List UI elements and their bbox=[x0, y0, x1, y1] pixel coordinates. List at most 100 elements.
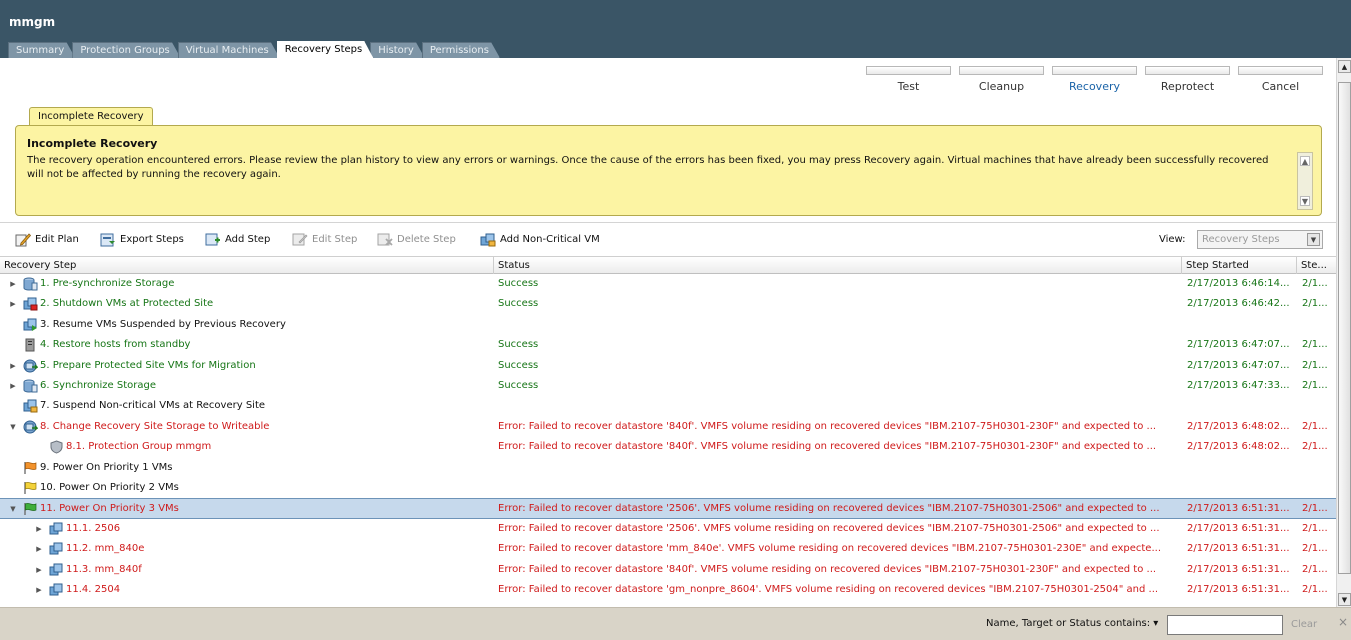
view-select[interactable]: Recovery Steps ▼ bbox=[1197, 230, 1323, 249]
collapse-arrow-icon[interactable]: ▼ bbox=[8, 417, 18, 437]
scroll-up-icon[interactable]: ▲ bbox=[1338, 60, 1351, 73]
step-name: 11.2. mm_840e bbox=[66, 543, 145, 555]
filter-input[interactable] bbox=[1167, 615, 1283, 635]
step-started-cell bbox=[1187, 478, 1297, 498]
table-row[interactable]: ▶ 6. Synchronize Storage Success 2/17/2013 … bbox=[0, 376, 1336, 396]
tab-protection-groups[interactable]: Protection Groups bbox=[72, 42, 180, 58]
table-row[interactable]: ▶ 2. Shutdown VMs at Protected Site Succes… bbox=[0, 294, 1336, 314]
step-ended-cell bbox=[1302, 478, 1334, 498]
expand-arrow-icon[interactable]: ▶ bbox=[34, 580, 44, 600]
vm-icon bbox=[49, 583, 64, 597]
add-noncritical-vm-button[interactable]: Add Non-Critical VM bbox=[480, 230, 600, 248]
scroll-down-icon[interactable]: ▼ bbox=[1338, 593, 1351, 606]
collapse-arrow-icon[interactable]: ▼ bbox=[8, 499, 18, 519]
expand-arrow-icon[interactable]: ▶ bbox=[34, 539, 44, 559]
export-steps-icon bbox=[100, 233, 115, 246]
tab-summary[interactable]: Summary bbox=[8, 42, 75, 58]
table-row[interactable]: 4. Restore hosts from standby Success 2/17… bbox=[0, 335, 1336, 355]
column-step-started[interactable]: Step Started bbox=[1182, 257, 1297, 274]
clear-button[interactable]: Clear bbox=[1291, 619, 1317, 630]
step-name: 9. Power On Priority 1 VMs bbox=[40, 461, 173, 473]
test-button[interactable]: Test bbox=[862, 66, 955, 93]
expand-arrow-icon[interactable]: ▶ bbox=[8, 274, 18, 294]
storage-icon bbox=[23, 379, 38, 393]
table-row[interactable]: 10. Power On Priority 2 VMs bbox=[0, 478, 1336, 498]
table-row[interactable]: ▶ 11.3. mm_840f Error: Failed to recover d… bbox=[0, 560, 1336, 580]
vertical-scrollbar[interactable]: ▲ ▼ bbox=[1336, 58, 1351, 608]
table-row[interactable]: 7. Suspend Non-critical VMs at Recovery … bbox=[0, 396, 1336, 416]
column-status[interactable]: Status bbox=[494, 257, 1182, 274]
cancel-button[interactable]: Cancel bbox=[1234, 66, 1327, 93]
table-row[interactable]: ▶ 5. Prepare Protected Site VMs for Migra… bbox=[0, 356, 1336, 376]
table-header: Recovery Step Status Step Started Ste... bbox=[0, 257, 1336, 274]
export-steps-button[interactable]: Export Steps bbox=[100, 230, 184, 248]
cleanup-button[interactable]: Cleanup bbox=[955, 66, 1048, 93]
close-icon[interactable]: × bbox=[1338, 615, 1348, 629]
add-step-button[interactable]: Add Step bbox=[205, 230, 270, 248]
incomplete-recovery-tab[interactable]: Incomplete Recovery bbox=[29, 107, 153, 125]
table-row[interactable]: ▼ 11. Power On Priority 3 VMs Error: Faile… bbox=[0, 498, 1336, 519]
step-ended-cell: 2/1... bbox=[1302, 441, 1328, 453]
column-step-ended[interactable]: Ste... bbox=[1297, 257, 1336, 274]
scroll-down-icon[interactable]: ▼ bbox=[1300, 196, 1310, 206]
step-started-cell: 2/17/2013 6:47:33... bbox=[1187, 380, 1290, 391]
step-started-cell: 2/17/2013 6:46:42... bbox=[1187, 298, 1290, 310]
delete-step-button[interactable]: Delete Step bbox=[377, 230, 456, 248]
message-scrollbar[interactable]: ▲ ▼ bbox=[1297, 152, 1313, 210]
table-row[interactable]: ▶ 11.2. mm_840e Error: Failed to recover d… bbox=[0, 539, 1336, 559]
step-name: 7. Suspend Non-critical VMs at Recovery … bbox=[40, 400, 266, 412]
filter-field-dropdown[interactable]: Name, Target or Status contains: ▾ bbox=[986, 618, 1158, 629]
expand-arrow-icon[interactable]: ▶ bbox=[8, 376, 18, 396]
step-started-cell: 2/17/2013 6:47:07... bbox=[1187, 339, 1290, 351]
shield-icon bbox=[49, 440, 64, 454]
expand-arrow-icon[interactable]: ▶ bbox=[34, 560, 44, 580]
step-ended-cell: 2/1... bbox=[1302, 278, 1328, 289]
step-cell: ▶ 11.2. mm_840e bbox=[0, 539, 494, 559]
expand-arrow-icon[interactable]: ▶ bbox=[8, 356, 18, 376]
migrate-icon bbox=[23, 359, 39, 373]
recovery-button[interactable]: Recovery bbox=[1048, 66, 1141, 93]
table-row[interactable]: ▶ 11.1. 2506 Error: Failed to recover data… bbox=[0, 519, 1336, 539]
tab-permissions[interactable]: Permissions bbox=[422, 42, 500, 58]
status-cell bbox=[498, 478, 1180, 498]
expand-arrow-icon[interactable]: ▶ bbox=[8, 294, 18, 314]
chevron-down-icon[interactable]: ▼ bbox=[1307, 233, 1320, 246]
column-recovery-step[interactable]: Recovery Step bbox=[0, 257, 494, 274]
add-step-icon bbox=[205, 233, 220, 245]
step-started-cell: 2/17/2013 6:48:02... bbox=[1187, 441, 1290, 453]
scroll-up-icon[interactable]: ▲ bbox=[1300, 156, 1310, 166]
tab-recovery-steps[interactable]: Recovery Steps bbox=[277, 41, 374, 58]
edit-plan-button[interactable]: Edit Plan bbox=[15, 230, 79, 248]
table-row[interactable]: 9. Power On Priority 1 VMs bbox=[0, 458, 1336, 478]
workflow-buttons: Test Cleanup Recovery Reprotect Cancel bbox=[862, 66, 1327, 93]
step-ended-cell: 2/1... bbox=[1302, 420, 1328, 432]
status-cell: Success bbox=[498, 278, 539, 289]
filter-bar: Name, Target or Status contains: ▾ Clear… bbox=[0, 607, 1351, 640]
expand-arrow-icon[interactable]: ▶ bbox=[34, 519, 44, 539]
vm-stop-icon bbox=[23, 297, 38, 311]
reprotect-button[interactable]: Reprotect bbox=[1141, 66, 1234, 93]
step-ended-cell: 2/1... bbox=[1302, 359, 1328, 371]
step-started-cell: 2/17/2013 6:48:02... bbox=[1187, 420, 1290, 432]
edit-step-button[interactable]: Edit Step bbox=[292, 230, 357, 248]
table-row[interactable]: ▼ 8. Change Recovery Site Storage to Writ… bbox=[0, 417, 1336, 437]
incomplete-recovery-message: The recovery operation encountered error… bbox=[27, 155, 1269, 180]
step-ended-cell: 2/1... bbox=[1302, 298, 1328, 310]
status-cell: Success bbox=[498, 380, 539, 391]
table-row[interactable]: 8.1. Protection Group mmgm Error: Failed … bbox=[0, 437, 1336, 457]
step-cell: ▶ 5. Prepare Protected Site VMs for Migra… bbox=[0, 356, 494, 376]
tab-history[interactable]: History bbox=[370, 42, 425, 58]
status-cell: Error: Failed to recover datastore '2506… bbox=[498, 503, 1160, 515]
incomplete-recovery-panel: Incomplete Recovery The recovery operati… bbox=[15, 125, 1322, 216]
status-cell: Error: Failed to recover datastore '840f… bbox=[498, 441, 1157, 453]
step-name: 2. Shutdown VMs at Protected Site bbox=[40, 298, 214, 310]
table-row[interactable]: ▶ 1. Pre-synchronize Storage Success 2/17/2… bbox=[0, 274, 1336, 294]
table-row[interactable]: ▶ 11.4. 2504 Error: Failed to recover data… bbox=[0, 580, 1336, 600]
table-row[interactable]: 3. Resume VMs Suspended by Previous Reco… bbox=[0, 315, 1336, 335]
flag-yellow-icon bbox=[23, 481, 38, 495]
tab-virtual-machines[interactable]: Virtual Machines bbox=[178, 42, 280, 58]
vm-icon bbox=[49, 563, 64, 577]
scrollbar-thumb[interactable] bbox=[1338, 82, 1351, 574]
status-cell bbox=[498, 458, 1180, 478]
step-ended-cell: 2/1... bbox=[1302, 563, 1328, 575]
